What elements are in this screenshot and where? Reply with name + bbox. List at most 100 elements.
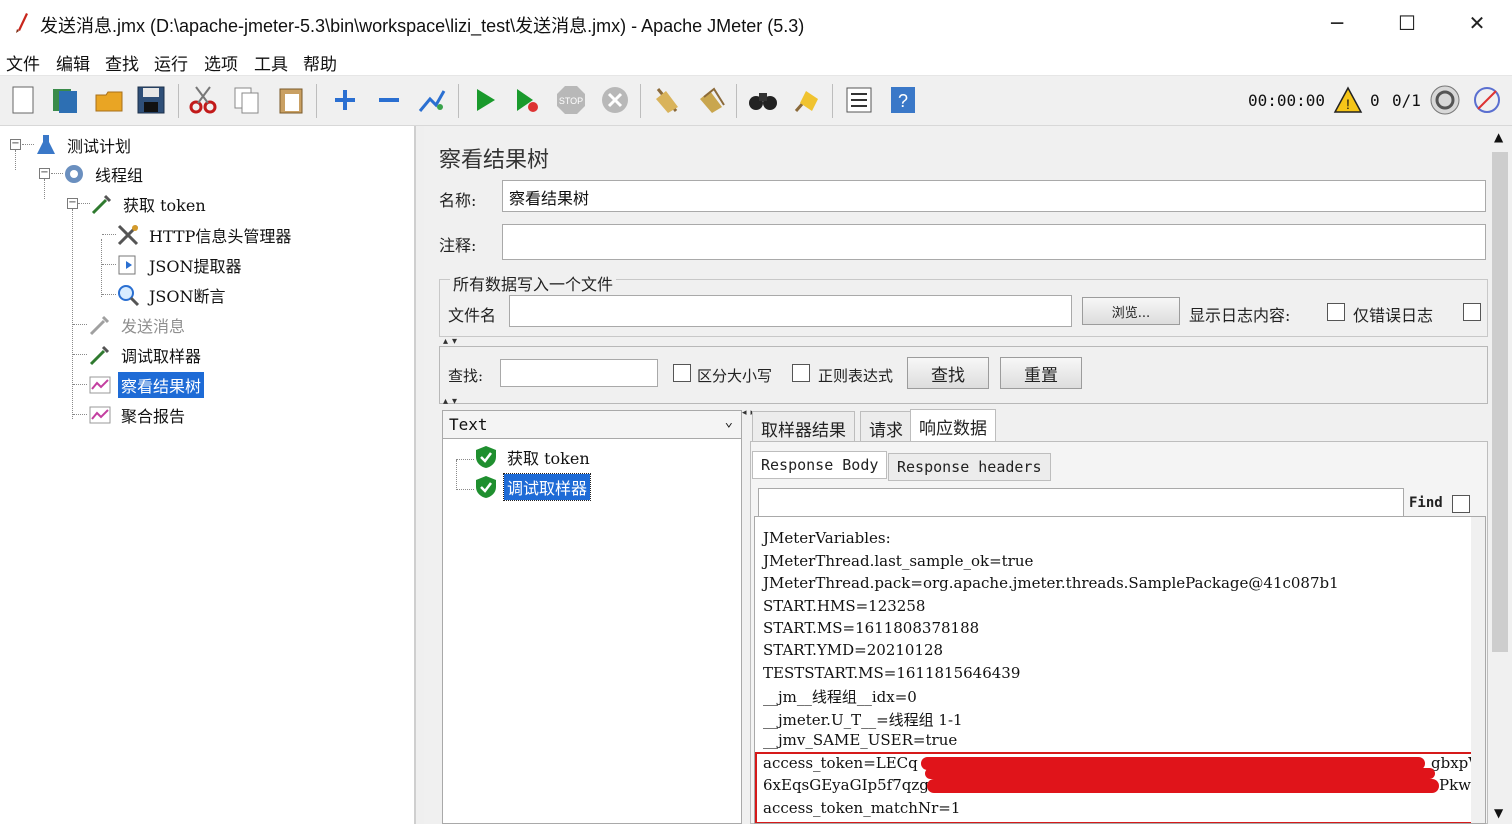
flask-icon [34,133,58,157]
search-input[interactable] [500,359,658,387]
collapse-thread-group[interactable]: − [39,168,50,179]
templates-icon[interactable] [48,83,82,117]
graph-icon [88,373,112,397]
panel-title: 察看结果树 [439,148,550,173]
menu-edit[interactable]: 编辑 [56,50,90,75]
regex-checkbox[interactable] [792,364,810,382]
body-scrollbar[interactable] [1471,517,1485,823]
subtab-response-headers[interactable]: Response headers [888,453,1051,481]
response-line: JMeterThread.last_sample_ok=true [763,552,1034,570]
split-handle-bottom[interactable]: ▴▾ [443,396,461,407]
response-line: __jm__线程组__idx=0 [763,688,917,706]
collapse-get-token[interactable]: − [67,198,78,209]
stop-icon[interactable]: STOP [554,83,588,117]
scrollbar-thumb[interactable] [1492,152,1508,652]
paste-icon[interactable] [274,83,308,117]
scroll-up-icon[interactable]: ▲ [1494,130,1503,144]
magnifier-icon [116,283,140,307]
renderer-select[interactable]: Text ⌄ [443,411,741,439]
expand-icon[interactable] [328,83,362,117]
regex-label: 正则表达式 [818,367,894,385]
menu-search[interactable]: 查找 [105,50,139,75]
svg-text:?: ? [898,91,908,111]
pane-splitter[interactable] [416,126,424,824]
menu-tools[interactable]: 工具 [254,50,288,75]
close-button[interactable]: ✕ [1454,6,1500,40]
file-group-label: 所有数据写入一个文件 [450,271,617,295]
successes-only-checkbox[interactable] [1463,303,1481,321]
tree-node-debug-sampler[interactable]: 调试取样器 [88,342,204,368]
reset-button[interactable]: 重置 [1000,357,1082,389]
response-line: START.YMD=20210128 [763,641,944,659]
log-content-label: 显示日志内容: [1189,306,1291,325]
status-indicator-icon [1428,83,1462,117]
tree-node-thread-group[interactable]: 线程组 [62,161,146,187]
tree-node-json-extractor[interactable]: JSON提取器 [116,252,245,278]
menu-file[interactable]: 文件 [6,50,40,75]
remote-icon[interactable] [1470,83,1504,117]
success-shield-icon [474,445,498,469]
menu-help[interactable]: 帮助 [303,50,337,75]
warning-icon[interactable]: ! [1331,83,1365,117]
scroll-down-icon[interactable]: ▼ [1494,806,1503,820]
toolbar: STOP ? 00:00:00 ! 0 0/1 [0,76,1512,126]
response-body-text: JMeterVariables: JMeterThread.last_sampl… [754,516,1486,824]
comment-field[interactable] [502,224,1486,260]
find-option-checkbox[interactable] [1452,495,1470,513]
tree-node-http-header-manager[interactable]: HTTP信息头管理器 [116,222,294,248]
errors-only-label: 仅错误日志 [1353,306,1434,325]
help-icon[interactable]: ? [886,83,920,117]
panel-scrollbar[interactable]: ▲ ▼ [1488,126,1512,824]
elapsed-timer: 00:00:00 [1248,91,1326,110]
subtab-response-body[interactable]: Response Body [752,451,888,479]
response-line: TESTSTART.MS=1611815646439 [763,664,1021,682]
menu-bar: 文件 编辑 查找 运行 选项 工具 帮助 [0,46,1512,76]
case-sensitive-checkbox[interactable] [673,364,691,382]
response-line: JMeterThread.pack=org.apache.jmeter.thre… [763,574,1339,592]
jmeter-feather-icon [16,13,28,33]
tab-response-data[interactable]: 响应数据 [910,409,996,442]
shutdown-icon[interactable] [598,83,632,117]
save-icon[interactable] [134,83,168,117]
case-sensitive-label: 区分大小写 [697,367,773,385]
cut-icon[interactable] [186,83,220,117]
tree-node-json-assertion[interactable]: JSON断言 [116,282,229,308]
tree-node-get-token[interactable]: 获取 token [90,191,209,217]
start-icon[interactable] [468,83,502,117]
sample-get-token[interactable]: 获取 token [474,444,593,470]
response-line: START.MS=1611808378188 [763,619,980,637]
sample-debug-sampler[interactable]: 调试取样器 [474,473,592,501]
tree-node-send-message[interactable]: 发送消息 [88,312,188,338]
menu-options[interactable]: 选项 [204,50,238,75]
browse-button[interactable]: 浏览... [1082,297,1180,325]
minimize-button[interactable]: ─ [1314,6,1360,40]
start-no-pause-icon[interactable] [510,83,544,117]
window-title: 发送消息.jmx (D:\apache-jmeter-5.3\bin\works… [40,16,805,36]
function-helper-icon[interactable] [842,83,876,117]
toggle-icon[interactable] [414,83,448,117]
copy-icon[interactable] [230,83,264,117]
title-bar: 发送消息.jmx (D:\apache-jmeter-5.3\bin\works… [0,0,1512,46]
clear-all-icon[interactable] [694,83,728,117]
tools-icon [116,223,140,247]
find-input[interactable] [758,488,1404,518]
tree-node-test-plan[interactable]: 测试计划 [34,132,134,158]
errors-only-checkbox[interactable] [1327,303,1345,321]
find-button[interactable]: 查找 [907,357,989,389]
search-binoculars-icon[interactable] [746,83,780,117]
comment-label: 注释: [439,236,477,255]
results-tree-panel: 察看结果树 名称: 察看结果树 注释: 所有数据写入一个文件 文件名 浏览...… [424,126,1512,824]
menu-run[interactable]: 运行 [154,50,188,75]
name-field[interactable]: 察看结果树 [502,180,1486,212]
success-shield-icon [474,475,498,499]
tree-node-view-results-tree[interactable]: 察看结果树 [88,372,205,398]
new-icon[interactable] [6,83,40,117]
collapse-test-plan[interactable]: − [10,139,21,150]
maximize-button[interactable]: ☐ [1384,6,1430,40]
filename-field[interactable] [509,295,1072,327]
collapse-icon[interactable] [372,83,406,117]
open-icon[interactable] [92,83,126,117]
clear-icon[interactable] [650,83,684,117]
tree-node-aggregate-report[interactable]: 聚合报告 [88,402,188,428]
reset-search-icon[interactable] [790,83,824,117]
